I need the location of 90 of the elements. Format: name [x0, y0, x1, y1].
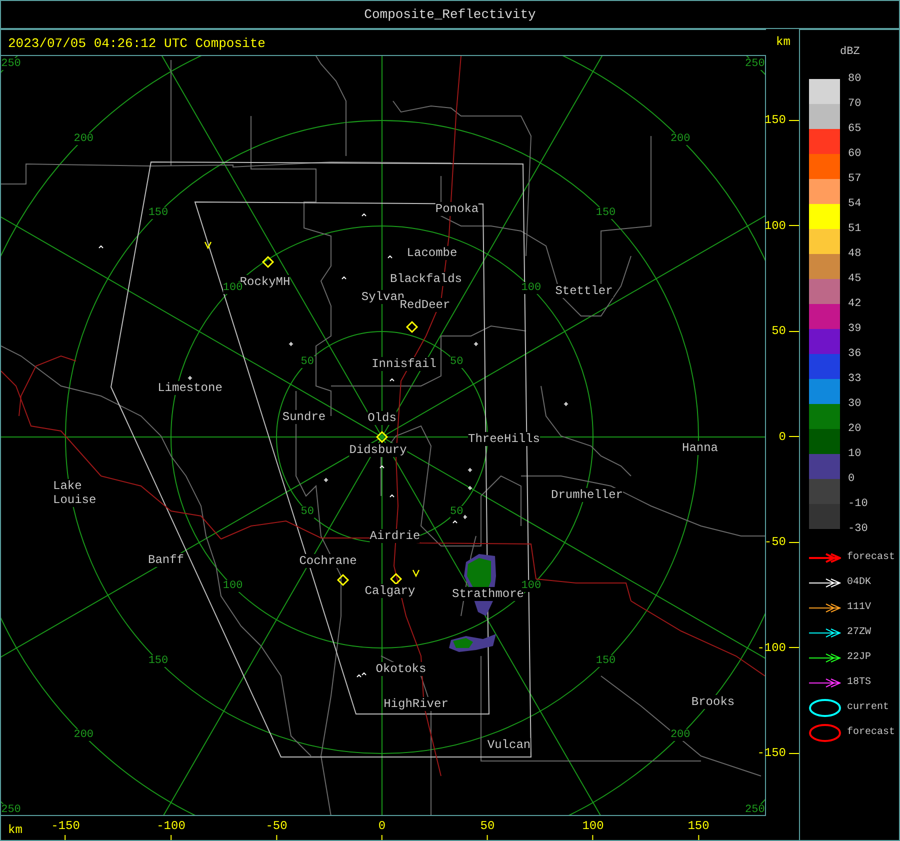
scale-label: -30: [848, 522, 869, 537]
range-label: 200: [670, 729, 690, 742]
scale-label: 0: [848, 472, 856, 487]
place-label: Strathmore: [452, 587, 524, 601]
place-label: Ponoka: [435, 202, 479, 216]
window-title: Composite_Reflectivity: [364, 7, 536, 22]
range-label: 100: [521, 282, 542, 294]
radar-site-icon: [390, 572, 402, 586]
legend-label: current: [847, 702, 890, 713]
scale-label: 80: [848, 72, 862, 87]
range-label: 250: [1, 804, 21, 815]
range-label: 250: [745, 804, 765, 815]
v-marker-icon: [204, 242, 212, 250]
scale-label: 39: [848, 322, 862, 337]
scale-label: 57: [848, 172, 862, 187]
range-label: 100: [222, 580, 243, 592]
place-label: Airdrie: [370, 529, 420, 543]
place-label: Blackfalds: [390, 272, 462, 286]
scale-label: 42: [848, 297, 862, 312]
scale-label: 30: [848, 397, 862, 412]
range-label: 200: [670, 132, 690, 145]
range-label: 150: [148, 207, 168, 220]
place-label: Didsbury: [349, 443, 407, 457]
legend-label: 18TS: [847, 677, 872, 688]
radar-site-icon: [406, 320, 418, 334]
scale-label: 70: [848, 97, 862, 112]
scale-label: 65: [848, 122, 862, 137]
radar-site-icon: [376, 430, 388, 444]
place-label: ThreeHills: [468, 432, 540, 446]
range-label: 150: [148, 654, 168, 667]
axis-tick-label: -100: [156, 819, 186, 833]
axis-unit: km: [8, 823, 22, 837]
scale-label: 20: [848, 422, 862, 437]
place-label: Hanna: [682, 441, 718, 455]
axis-tick-label: -150: [51, 819, 80, 833]
axis-tick-label: 150: [688, 819, 710, 833]
place-label: Cochrane: [299, 554, 357, 568]
axis-tick-label: -50: [764, 535, 786, 549]
place-label: Calgary: [364, 584, 416, 598]
legend-label: forecast: [847, 552, 896, 563]
place-label: Limestone: [158, 381, 222, 395]
place-label: Stettler: [555, 284, 613, 298]
place-label: Olds: [368, 411, 396, 425]
range-label: 200: [74, 132, 94, 145]
legend-label: 04DK: [847, 577, 872, 588]
range-label: 250: [1, 58, 21, 70]
place-label: Drumheller: [551, 488, 623, 502]
range-label: 50: [450, 356, 464, 368]
timestamp: 2023/07/05 04:26:12 UTC Composite: [8, 36, 266, 51]
scale-label: 10: [848, 447, 862, 462]
range-label: 50: [300, 506, 314, 518]
axis-tick-label: 100: [582, 819, 604, 833]
range-label: 100: [222, 282, 243, 294]
legend-label: forecast: [847, 727, 896, 738]
scale-unit: dBZ: [840, 46, 861, 58]
scale-label: -10: [848, 497, 869, 512]
scale-label: 36: [848, 347, 862, 362]
range-label: 50: [450, 506, 464, 518]
range-label: 100: [521, 580, 542, 592]
scale-label: 45: [848, 272, 862, 287]
axis-tick-label: 0: [378, 819, 386, 833]
legend-label: 111V: [847, 602, 872, 613]
place-label: Vulcan: [487, 738, 531, 752]
axis-unit: km: [776, 35, 790, 49]
scale-label: 54: [848, 197, 862, 212]
axis-tick-label: 0: [778, 430, 786, 444]
scale-label: 51: [848, 222, 862, 237]
place-label: Banff: [148, 553, 184, 567]
place-label: Okotoks: [376, 662, 426, 676]
scale-label: 33: [848, 372, 862, 387]
radar-site-icon: [262, 256, 274, 268]
range-label: 150: [596, 654, 616, 667]
legend-label: 27ZW: [847, 627, 872, 638]
radar-site-icon: [336, 574, 350, 586]
axis-tick-label: 50: [480, 819, 495, 833]
range-label: 50: [300, 356, 314, 368]
range-label: 250: [745, 58, 765, 70]
range-label: 150: [596, 207, 616, 220]
v-marker-icon: [412, 570, 420, 578]
place-label: Lacombe: [406, 246, 458, 260]
place-label: HighRiver: [384, 697, 448, 711]
scale-label: 48: [848, 247, 862, 262]
range-label: 200: [74, 729, 94, 742]
axis-tick-label: 50: [772, 324, 786, 338]
place-label: Innisfail: [372, 357, 436, 371]
place-label: Brooks: [691, 695, 735, 709]
place-label: Sundre: [282, 410, 326, 424]
scale-label: 60: [848, 147, 862, 162]
axis-tick-label: -50: [266, 819, 288, 833]
legend-label: 22JP: [847, 652, 872, 663]
